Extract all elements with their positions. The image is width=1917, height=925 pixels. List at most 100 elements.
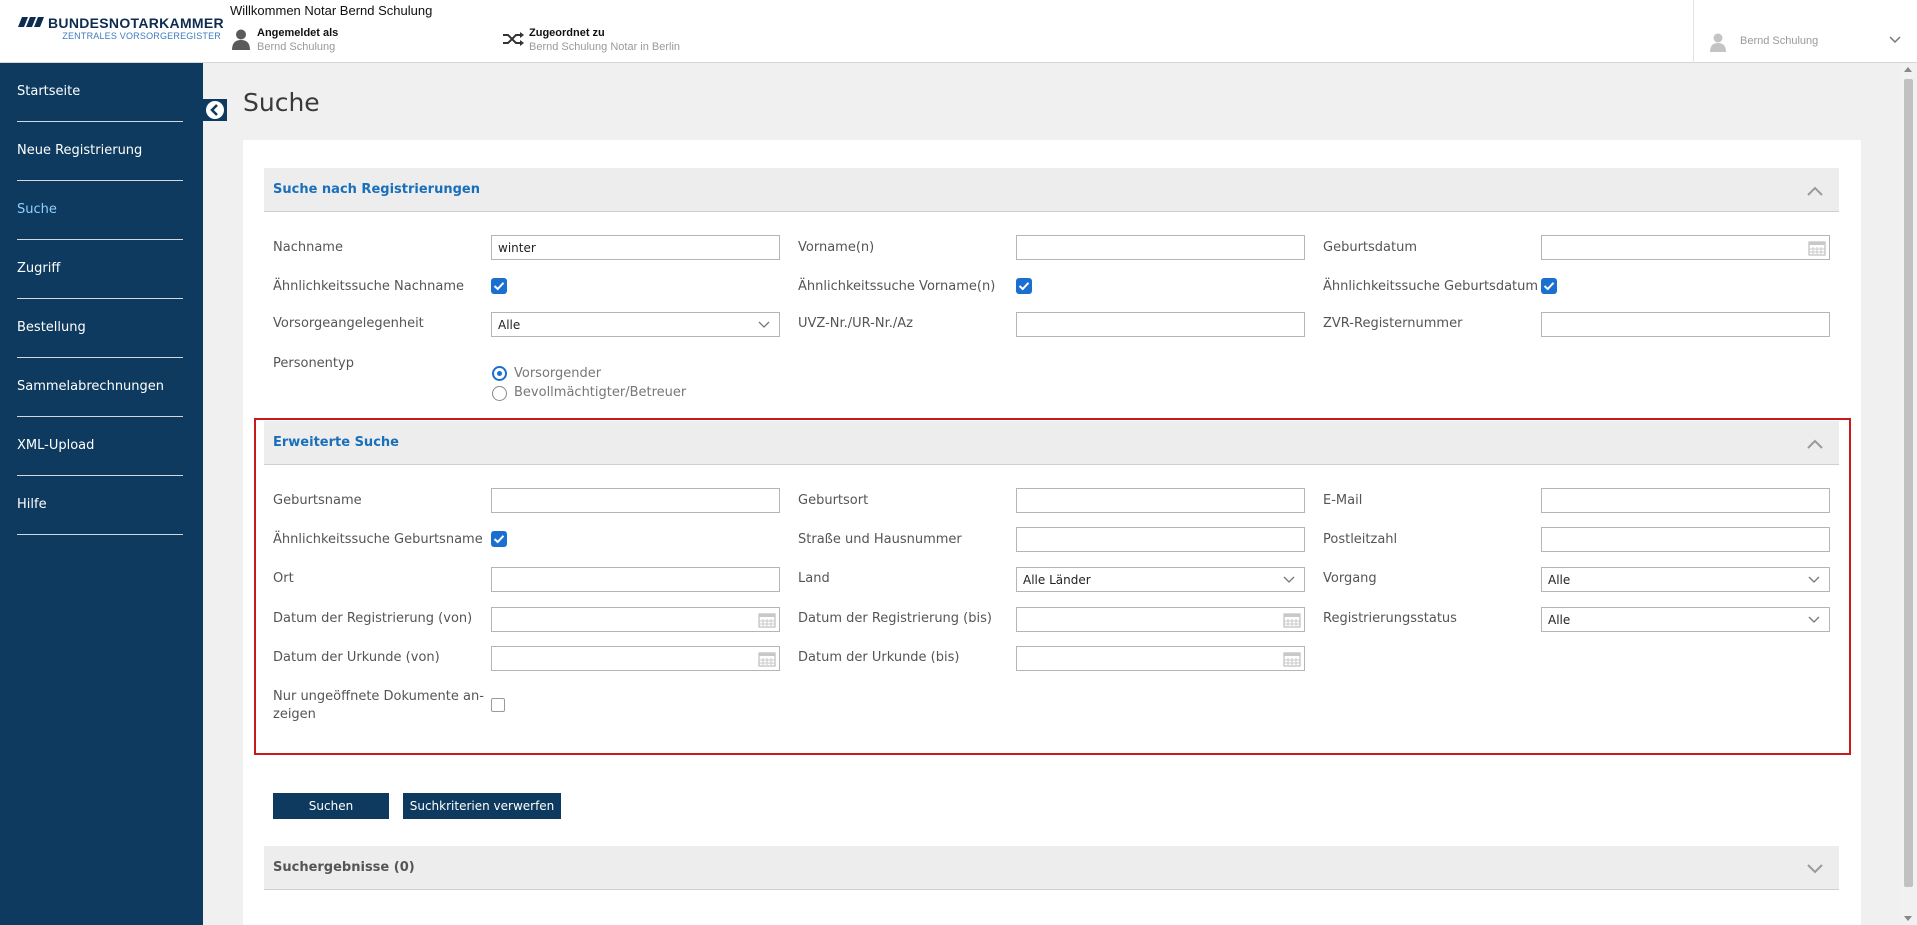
email-label: E-Mail xyxy=(1323,493,1363,508)
calendar-icon[interactable] xyxy=(1283,611,1301,628)
vorname-label: Vorname(n) xyxy=(798,240,875,255)
sidebar-item-zugriff[interactable]: Zugriff xyxy=(17,240,183,299)
aehnlichkeit-geburtsname-label: Ähnlichkeitssuche Geburtsname xyxy=(273,532,483,547)
ort-input[interactable] xyxy=(491,567,780,592)
scroll-down-icon[interactable] xyxy=(1904,916,1912,921)
reg-bis-input[interactable] xyxy=(1016,607,1305,632)
radio-bevollmaechtigter-label[interactable]: Bevollmächtigter/Betreuer xyxy=(514,385,686,400)
strasse-input[interactable] xyxy=(1016,527,1305,552)
regstatus-select[interactable]: Alle xyxy=(1541,607,1830,632)
land-value: Alle Länder xyxy=(1023,573,1091,587)
aehnlichkeit-geburtsdatum-label: Ähnlichkeitssuche Geburtsdatum xyxy=(1323,279,1539,294)
ungeoeffnet-label-line1: Nur ungeöffnete Dokumente an- xyxy=(273,689,484,704)
ungeoeffnet-label-line2: zeigen xyxy=(273,707,316,722)
land-label: Land xyxy=(798,571,830,586)
top-header: BUNDESNOTARKAMMER ZENTRALES VORSORGEREGI… xyxy=(0,0,1917,63)
aehnlichkeit-nachname-checkbox[interactable] xyxy=(491,278,507,294)
zvr-input[interactable] xyxy=(1541,312,1830,337)
logged-in-value: Bernd Schulung xyxy=(257,41,336,53)
chevron-down-icon xyxy=(1808,616,1820,623)
uvz-input[interactable] xyxy=(1016,312,1305,337)
plz-label: Postleitzahl xyxy=(1323,532,1398,547)
chevron-down-icon xyxy=(1807,864,1823,874)
chevron-up-icon xyxy=(1807,186,1823,196)
vorgang-select[interactable]: Alle xyxy=(1541,567,1830,592)
ungeoeffnet-checkbox[interactable] xyxy=(491,698,505,712)
bundesnotarkammer-logo[interactable]: BUNDESNOTARKAMMER ZENTRALES VORSORGEREGI… xyxy=(18,15,224,45)
user-avatar-icon xyxy=(1710,33,1726,52)
results-section-header[interactable]: Suchergebnisse (0) xyxy=(264,846,1839,890)
assigned-value: Bernd Schulung Notar in Berlin xyxy=(529,41,681,53)
geburtsort-label: Geburtsort xyxy=(798,493,869,508)
aehnlichkeit-geburtsname-checkbox[interactable] xyxy=(491,531,507,547)
sidebar-item-suche[interactable]: Suche xyxy=(17,181,183,240)
sidebar-item-startseite[interactable]: Startseite xyxy=(17,63,183,122)
results-section-title: Suchergebnisse (0) xyxy=(273,860,415,875)
calendar-icon[interactable] xyxy=(758,611,776,628)
reset-criteria-button[interactable]: Suchkriterien verwerfen xyxy=(403,793,561,819)
nachname-value: winter xyxy=(498,241,536,255)
assigned-label: Zugeordnet zu xyxy=(529,27,605,39)
geburtsname-label: Geburtsname xyxy=(273,493,362,508)
logo-title: BUNDESNOTARKAMMER xyxy=(48,15,224,31)
radio-vorsorgender[interactable] xyxy=(492,366,507,381)
land-select[interactable]: Alle Länder xyxy=(1016,567,1305,592)
sidebar-item-bestellung[interactable]: Bestellung xyxy=(17,299,183,358)
calendar-icon[interactable] xyxy=(758,650,776,667)
vorsorge-label: Vorsorgeangelegenheit xyxy=(273,316,424,331)
chevron-left-icon xyxy=(206,101,224,119)
strasse-label: Straße und Hausnummer xyxy=(798,532,962,547)
aehnlichkeit-vorname-label: Ähnlichkeitssuche Vorname(n) xyxy=(798,279,996,294)
chevron-down-icon xyxy=(1283,576,1295,583)
aehnlichkeit-geburtsdatum-checkbox[interactable] xyxy=(1541,278,1557,294)
reg-von-label: Datum der Registrierung (von) xyxy=(273,611,473,626)
urk-von-input[interactable] xyxy=(491,646,780,671)
regstatus-value: Alle xyxy=(1548,613,1571,627)
checkmark-icon xyxy=(1543,282,1555,291)
aehnlichkeit-vorname-checkbox[interactable] xyxy=(1016,278,1032,294)
geburtsort-input[interactable] xyxy=(1016,488,1305,513)
radio-bevollmaechtigter[interactable] xyxy=(492,386,507,401)
urk-bis-label: Datum der Urkunde (bis) xyxy=(798,650,960,665)
search-button[interactable]: Suchen xyxy=(273,793,389,819)
radio-vorsorgender-label[interactable]: Vorsorgender xyxy=(514,366,601,381)
urk-von-label: Datum der Urkunde (von) xyxy=(273,650,440,665)
personentyp-label: Personentyp xyxy=(273,356,354,371)
sidebar-item-label: XML-Upload xyxy=(17,438,95,453)
plz-input[interactable] xyxy=(1541,527,1830,552)
nachname-input[interactable]: winter xyxy=(491,235,780,260)
checkmark-icon xyxy=(1018,282,1030,291)
logged-in-as: Angemeldet als Bernd Schulung xyxy=(230,26,430,56)
logo-stripes-icon xyxy=(18,17,44,27)
sidebar-item-label: Startseite xyxy=(17,84,81,99)
zvr-label: ZVR-Registernummer xyxy=(1323,316,1463,331)
calendar-icon[interactable] xyxy=(1808,239,1826,256)
geburtsdatum-input[interactable] xyxy=(1541,235,1830,260)
vorgang-label: Vorgang xyxy=(1323,571,1377,586)
sidebar-item-neue-registrierung[interactable]: Neue Registrierung xyxy=(17,122,183,181)
sidebar-item-sammelabrechnungen[interactable]: Sammelabrechnungen xyxy=(17,358,183,417)
scrollbar-thumb[interactable] xyxy=(1904,79,1913,887)
sidebar-collapse-button[interactable] xyxy=(203,99,227,121)
geburtsname-input[interactable] xyxy=(491,488,780,513)
vorname-input[interactable] xyxy=(1016,235,1305,260)
page-scrollbar[interactable] xyxy=(1900,63,1917,925)
sidebar-item-xml-upload[interactable]: XML-Upload xyxy=(17,417,183,476)
advanced-section-header[interactable]: Erweiterte Suche xyxy=(264,421,1839,465)
vorsorge-select[interactable]: Alle xyxy=(491,312,780,337)
sidebar-item-hilfe[interactable]: Hilfe xyxy=(17,476,183,535)
sidebar-item-label: Bestellung xyxy=(17,320,86,335)
email-input[interactable] xyxy=(1541,488,1830,513)
vorsorge-value: Alle xyxy=(498,318,521,332)
page-title: Suche xyxy=(243,88,320,117)
ort-label: Ort xyxy=(273,571,294,586)
user-menu[interactable]: Bernd Schulung xyxy=(1693,0,1917,63)
search-section-title: Suche nach Registrierungen xyxy=(273,182,480,197)
search-section-header[interactable]: Suche nach Registrierungen xyxy=(264,168,1839,212)
reg-von-input[interactable] xyxy=(491,607,780,632)
scroll-up-icon[interactable] xyxy=(1904,67,1912,72)
calendar-icon[interactable] xyxy=(1283,650,1301,667)
urk-bis-input[interactable] xyxy=(1016,646,1305,671)
vorgang-value: Alle xyxy=(1548,573,1571,587)
sidebar-item-label: Neue Registrierung xyxy=(17,143,143,158)
